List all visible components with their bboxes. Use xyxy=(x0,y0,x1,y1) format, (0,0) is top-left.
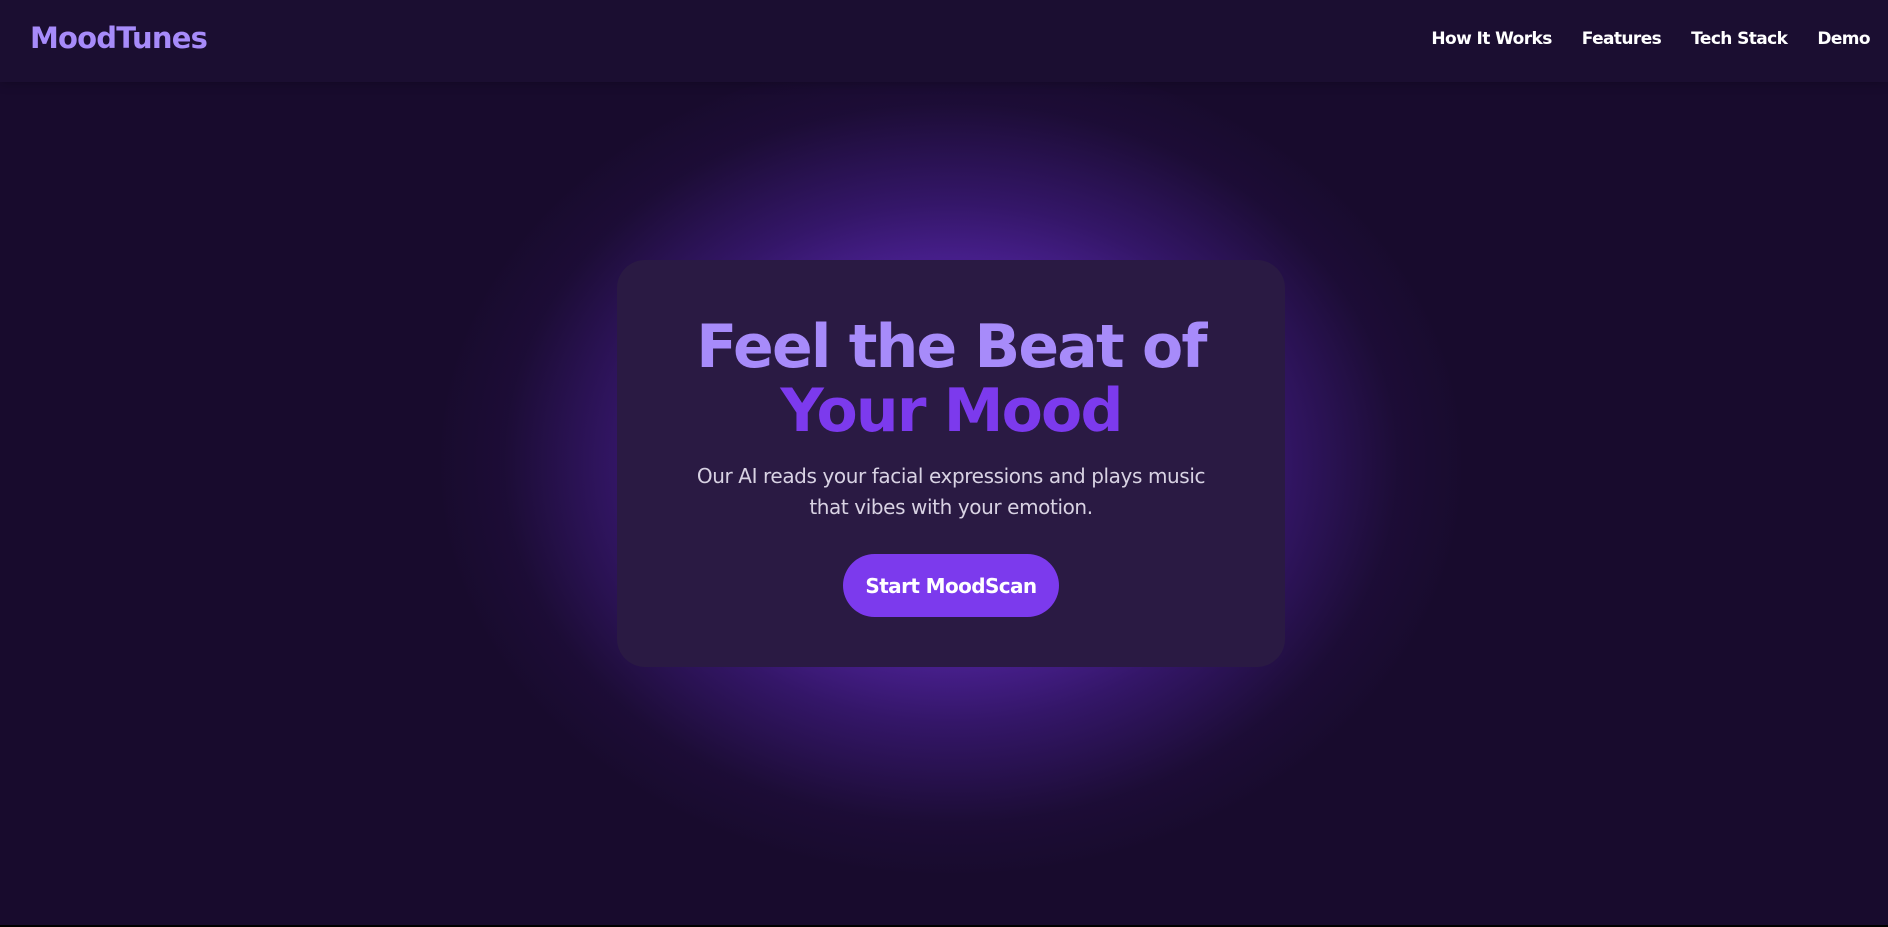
nav-link-features[interactable]: Features xyxy=(1582,29,1662,49)
landing-page: MoodTunes How It Works Features Tech Sta… xyxy=(0,0,1888,927)
main-navigation: How It Works Features Tech Stack Demo xyxy=(1431,29,1870,49)
brand-logo[interactable]: MoodTunes xyxy=(30,21,208,55)
top-navbar: MoodTunes How It Works Features Tech Sta… xyxy=(0,0,1888,82)
hero-card: Feel the Beat of Your Mood Our AI reads … xyxy=(617,260,1285,667)
headline-line-1: Feel the Beat of xyxy=(696,312,1207,382)
start-moodscan-button[interactable]: Start MoodScan xyxy=(843,554,1059,617)
headline-line-2: Your Mood xyxy=(780,376,1123,446)
nav-link-demo[interactable]: Demo xyxy=(1817,29,1870,49)
hero-headline: Feel the Beat of Your Mood xyxy=(617,315,1285,443)
hero-subtitle: Our AI reads your facial expressions and… xyxy=(696,464,1206,519)
nav-link-tech-stack[interactable]: Tech Stack xyxy=(1691,29,1788,49)
nav-link-how-it-works[interactable]: How It Works xyxy=(1431,29,1552,49)
